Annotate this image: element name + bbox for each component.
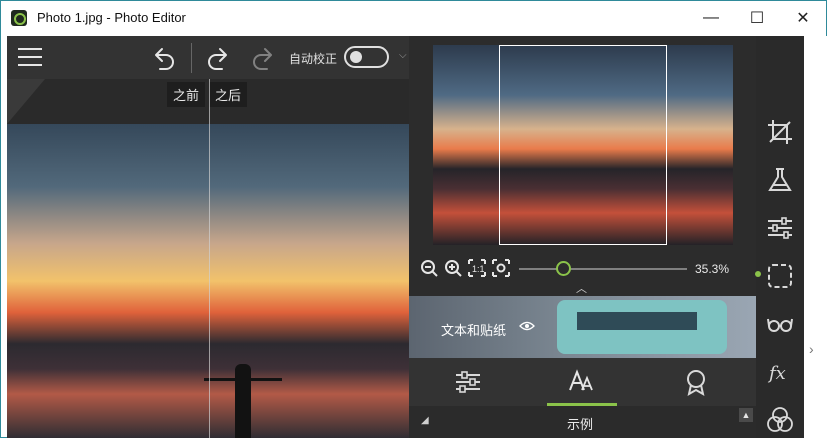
viewport-frame[interactable] [499,45,667,245]
auto-correct-toggle[interactable] [344,46,389,68]
redo-icon[interactable] [204,43,234,73]
expand-strip [804,36,827,438]
crop-icon[interactable] [766,118,794,146]
typewriter-image [557,300,727,354]
toolbar-divider [191,43,192,73]
scroll-up-button[interactable]: ▲ [739,408,753,422]
zoom-in-icon[interactable] [443,258,463,278]
sliders-icon [456,371,480,393]
minimize-button[interactable]: — [688,1,734,35]
text-icon [569,368,593,390]
compare-bar [7,79,409,124]
zoom-out-icon[interactable] [419,258,439,278]
corner-decoration [7,79,45,124]
chevron-right-icon[interactable]: › [809,341,814,357]
person-silhouette [235,364,251,438]
zoom-slider-track[interactable] [519,268,687,270]
sliders-icon[interactable] [766,214,794,242]
tab-stickers[interactable] [661,358,731,406]
badge-icon [687,370,705,396]
sample-section-title: 示例 [567,417,594,432]
after-button[interactable]: 之后 [209,82,248,107]
svg-text:fx: fx [767,363,786,384]
window-title: Photo 1.jpg - Photo Editor [37,10,186,25]
navigator-preview[interactable] [433,45,733,245]
hamburger-menu-icon[interactable] [18,48,42,66]
active-tool-indicator [755,271,761,277]
app-window: Photo 1.jpg - Photo Editor — ☐ ✕ 自动校正 ⌵ [0,0,827,438]
selection-icon[interactable] [766,262,794,290]
tools-sidebar: fx [756,36,804,438]
glasses-icon[interactable] [766,310,794,338]
chevron-down-icon[interactable]: ⌵ [399,50,407,61]
maximize-button[interactable]: ☐ [734,1,780,35]
tab-adjust[interactable] [433,358,503,406]
auto-correct-label: 自动校正 [289,52,338,66]
actual-size-icon[interactable]: 1:1 [467,258,487,278]
flask-icon[interactable] [766,166,794,194]
side-panel: 1:1 35.3% ︿ 文本和贴纸 ◢ 示例 ▲ [409,36,756,438]
collapse-triangle-icon[interactable]: ◢ [421,415,429,426]
zoom-slider-handle[interactable] [556,261,571,276]
eye-icon[interactable] [519,318,535,334]
sample-section-header[interactable]: ◢ 示例 ▲ [409,406,756,438]
fit-to-screen-icon[interactable] [491,258,511,278]
redo-disabled-icon[interactable] [249,43,279,73]
person-arms [204,378,282,381]
banner-label: 文本和贴纸 [441,323,507,338]
svg-text:1:1: 1:1 [472,264,485,274]
tab-text[interactable] [547,358,617,406]
photo-canvas[interactable] [7,124,409,438]
text-and-stickers-banner[interactable]: 文本和贴纸 [409,296,756,358]
undo-icon[interactable] [148,43,178,73]
fx-icon[interactable]: fx [766,358,794,386]
editor-canvas-panel: 自动校正 ⌵ 之前 之后 [7,36,409,438]
editor-toolbar: 自动校正 ⌵ [7,36,409,79]
before-button[interactable]: 之前 [167,82,206,107]
zoom-value: 35.3% [695,262,730,276]
panel-tabs [409,358,756,406]
close-button[interactable]: ✕ [780,1,826,35]
chevron-up-icon[interactable]: ︿ [576,280,587,296]
app-logo-icon [11,10,27,26]
compare-split-line[interactable] [209,79,210,438]
title-bar: Photo 1.jpg - Photo Editor — ☐ ✕ [1,1,826,35]
color-circles-icon[interactable] [766,406,794,434]
